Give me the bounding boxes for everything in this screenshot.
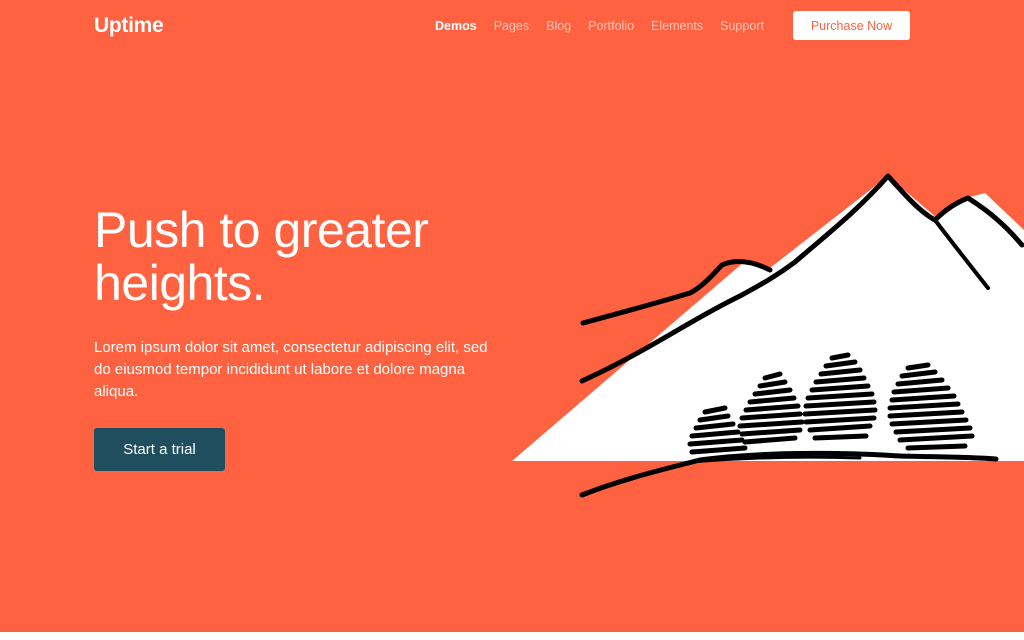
hero-description: Lorem ipsum dolor sit amet, consectetur … [94,339,488,400]
hero-title: Push to greater heights. [94,202,429,311]
nav-item-pages[interactable]: Pages [494,18,529,34]
landing-page: Uptime Demos Pages Blog Portfolio Elemen… [0,0,1024,632]
nav-item-elements[interactable]: Elements [651,18,703,34]
start-trial-button[interactable]: Start a trial [94,428,225,471]
mountains-trees-illustration [512,173,1024,498]
nav-item-support[interactable]: Support [720,18,764,34]
purchase-now-button[interactable]: Purchase Now [793,11,910,40]
nav-item-portfolio[interactable]: Portfolio [588,18,634,34]
logo[interactable]: Uptime [94,14,164,38]
nav-item-blog[interactable]: Blog [546,18,571,34]
main-nav: Demos Pages Blog Portfolio Elements Supp… [435,18,781,34]
nav-item-demos[interactable]: Demos [435,18,477,34]
